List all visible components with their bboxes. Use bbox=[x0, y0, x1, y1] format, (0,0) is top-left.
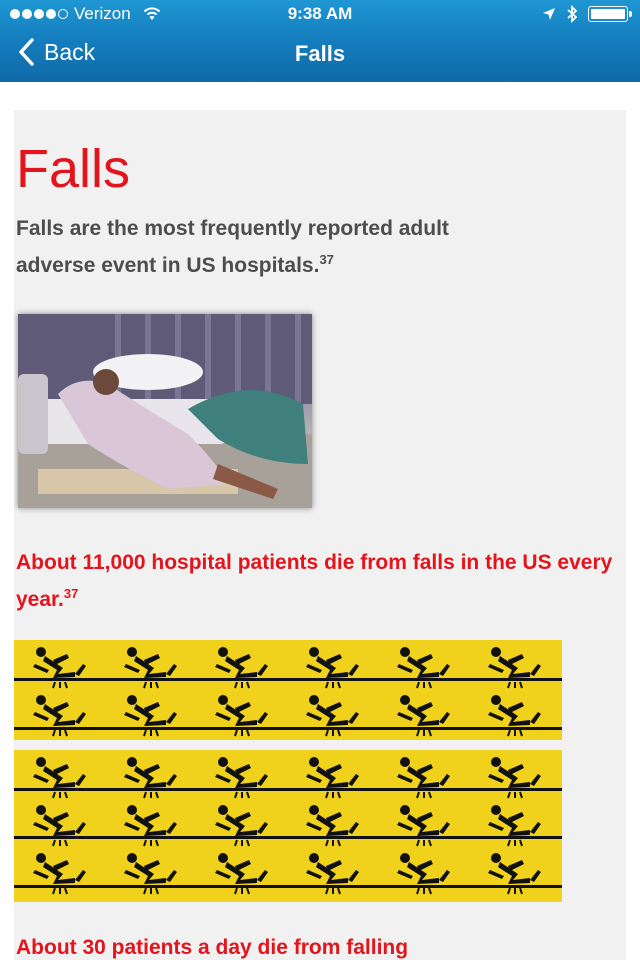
falling-person-icon bbox=[378, 692, 469, 738]
article-heading: Falls bbox=[16, 139, 131, 199]
falling-person-icon bbox=[469, 850, 560, 896]
falling-person-icon bbox=[287, 754, 378, 800]
article-content[interactable]: Falls Falls are the most frequently repo… bbox=[14, 110, 626, 960]
falling-person-icon bbox=[196, 850, 287, 896]
falling-person-icon bbox=[469, 692, 560, 738]
falling-person-icon bbox=[378, 850, 469, 896]
falling-person-icon bbox=[287, 644, 378, 690]
falling-person-icon bbox=[105, 644, 196, 690]
falling-person-icon bbox=[287, 692, 378, 738]
battery-icon bbox=[588, 6, 632, 22]
intro-paragraph: Falls are the most frequently reported a… bbox=[16, 210, 486, 284]
falling-person-icon bbox=[105, 754, 196, 800]
falling-person-icon bbox=[14, 692, 105, 738]
falling-person-icon bbox=[105, 850, 196, 896]
bottom-stat-text: About 30 patients a day die from falling bbox=[16, 936, 409, 959]
photo-illustration bbox=[18, 314, 312, 508]
falling-person-icon bbox=[378, 754, 469, 800]
infographic-row bbox=[14, 754, 562, 800]
intro-reference: 37 bbox=[319, 252, 334, 267]
falling-person-icon bbox=[14, 802, 105, 848]
patient-fall-photo bbox=[18, 314, 312, 508]
status-right bbox=[542, 5, 632, 23]
location-arrow-icon bbox=[543, 8, 555, 20]
falling-person-icon bbox=[14, 754, 105, 800]
falling-person-icon bbox=[196, 692, 287, 738]
infographic-row bbox=[14, 850, 562, 896]
falling-person-icon bbox=[469, 802, 560, 848]
falling-person-icon bbox=[196, 644, 287, 690]
falling-person-icon bbox=[469, 754, 560, 800]
falling-person-icon bbox=[469, 644, 560, 690]
falling-person-icon bbox=[105, 692, 196, 738]
nav-title: Falls bbox=[294, 41, 346, 66]
stat-paragraph: About 11,000 hospital patients die from … bbox=[16, 544, 616, 618]
status-bar: Verizon 9:38 AM bbox=[0, 0, 640, 28]
falling-person-icon bbox=[287, 802, 378, 848]
navigation-bar: Verizon 9:38 AM Back Falls bbox=[0, 0, 640, 82]
stat-text: About 11,000 hospital patients die from … bbox=[16, 551, 613, 611]
falling-person-icon bbox=[14, 850, 105, 896]
falling-person-icon bbox=[14, 644, 105, 690]
falling-person-icon bbox=[105, 802, 196, 848]
bluetooth-icon bbox=[567, 5, 578, 23]
falling-person-icon bbox=[378, 802, 469, 848]
infographic-row bbox=[14, 644, 562, 690]
falling-person-icon bbox=[378, 644, 469, 690]
falling-person-icon bbox=[287, 850, 378, 896]
infographic-row bbox=[14, 802, 562, 848]
stat-reference: 37 bbox=[63, 586, 79, 601]
falling-person-icon bbox=[196, 754, 287, 800]
infographic-row bbox=[14, 692, 562, 738]
falling-person-icon bbox=[196, 802, 287, 848]
intro-text: Falls are the most frequently reported a… bbox=[16, 217, 449, 277]
